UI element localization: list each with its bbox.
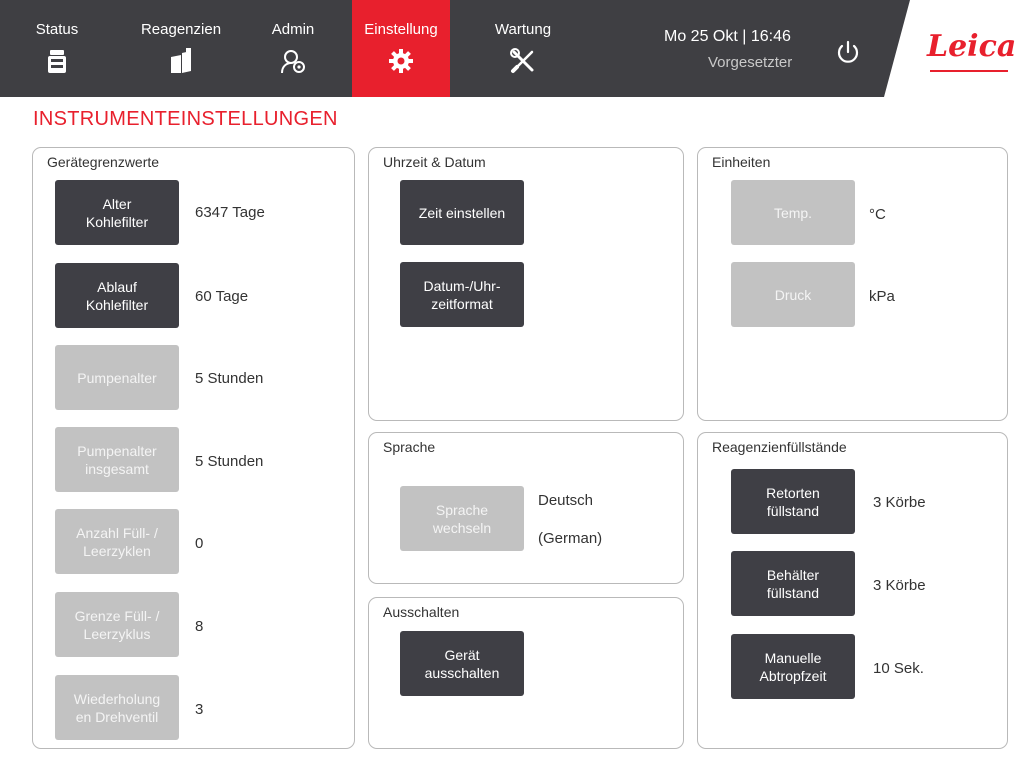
retorten-fuellstand-button[interactable]: Retorten füllstand [731,469,855,534]
wrench-screwdriver-icon [510,48,534,73]
pumpenalter-insgesamt-value: 5 Stunden [195,453,264,470]
wiederholungen-drehventil-button: Wiederholung en Drehventil [55,675,179,740]
power-icon[interactable] [833,37,863,67]
datetime-display: Mo 25 Okt | 16:46 [664,28,791,45]
temp-unit-button: Temp. [731,180,855,245]
retorten-fuellstand-value: 3 Körbe [873,494,926,511]
panel-title: Ausschalten [383,604,460,620]
temp-unit-value: °C [869,206,886,223]
panel-einheiten: Einheiten Temp. °C Druck kPa [697,147,1008,421]
pressure-unit-button: Druck [731,262,855,327]
tab-einstellung[interactable]: Einstellung [352,0,450,97]
zeit-einstellen-button[interactable]: Zeit einstellen [400,180,524,245]
panel-title: Gerätegrenzwerte [47,154,160,170]
tab-reagenzien-label: Reagenzien [140,21,222,38]
manuelle-abtropfzeit-value: 10 Sek. [873,660,924,677]
geraet-ausschalten-button[interactable]: Gerät ausschalten [400,631,524,696]
panel-sprache: Sprache Sprache wechseln Deutsch (German… [368,432,684,584]
top-navigation-bar: Status Reagenzien Admin Einstellung Wart… [0,0,1019,97]
pressure-unit-value: kPa [869,288,895,305]
reagents-icon [171,48,191,73]
grenze-zyklus-button: Grenze Füll- / Leerzyklus [55,592,179,657]
settings-gear-icon [389,49,413,73]
panel-ausschalten: Ausschalten Gerät ausschalten [368,597,684,749]
behaelter-fuellstand-value: 3 Körbe [873,577,926,594]
user-role: Vorgesetzter [708,54,793,71]
logo-underline [930,70,1008,72]
sprache-wechseln-button: Sprache wechseln [400,486,524,551]
panel-title: Uhrzeit & Datum [383,154,486,170]
ablauf-kohlefilter-button[interactable]: Ablauf Kohlefilter [55,263,179,328]
tab-reagenzien[interactable]: Reagenzien [132,0,230,97]
status-icon [48,50,66,73]
panel-reagenzienfuellstaende: Reagenzienfüllstände Retorten füllstand … [697,432,1008,749]
tab-wartung-label: Wartung [494,21,552,38]
datum-uhrzeitformat-button[interactable]: Datum-/Uhr- zeitformat [400,262,524,327]
panel-title: Einheiten [712,154,771,170]
tab-status[interactable]: Status [8,0,106,97]
alter-kohlefilter-button[interactable]: Alter Kohlefilter [55,180,179,245]
panel-title: Sprache [383,439,436,455]
wiederholungen-drehventil-value: 3 [195,701,204,718]
page-title: INSTRUMENTEINSTELLUNGEN [33,108,338,130]
panel-title: Reagenzienfüllstände [712,439,847,455]
admin-icon [281,50,305,74]
alter-kohlefilter-value: 6347 Tage [195,204,265,221]
anzahl-zyklen-value: 0 [195,535,204,552]
panel-geraetegrenzwerte: Gerätegrenzwerte Alter Kohlefilter 6347 … [32,147,355,749]
logo-text: Leica [927,29,1017,64]
pumpenalter-insgesamt-button: Pumpenalter insgesamt [55,427,179,492]
behaelter-fuellstand-button[interactable]: Behälter füllstand [731,551,855,616]
tab-admin-label: Admin [271,21,315,38]
grenze-zyklus-value: 8 [195,618,204,635]
anzahl-zyklen-button: Anzahl Füll- / Leerzyklen [55,509,179,574]
tab-status-label: Status [35,21,79,38]
ablauf-kohlefilter-value: 60 Tage [195,288,249,305]
pumpenalter-value: 5 Stunden [195,370,264,387]
manuelle-abtropfzeit-button[interactable]: Manuelle Abtropfzeit [731,634,855,699]
leica-logo: Leica [884,0,1019,97]
panel-uhrzeit-datum: Uhrzeit & Datum Zeit einstellen Datum-/U… [368,147,684,421]
tab-einstellung-label: Einstellung [364,21,438,38]
tab-admin[interactable]: Admin [244,0,342,97]
tab-wartung[interactable]: Wartung [474,0,572,97]
pumpenalter-button: Pumpenalter [55,345,179,410]
current-language: Deutsch (German) [538,492,603,547]
